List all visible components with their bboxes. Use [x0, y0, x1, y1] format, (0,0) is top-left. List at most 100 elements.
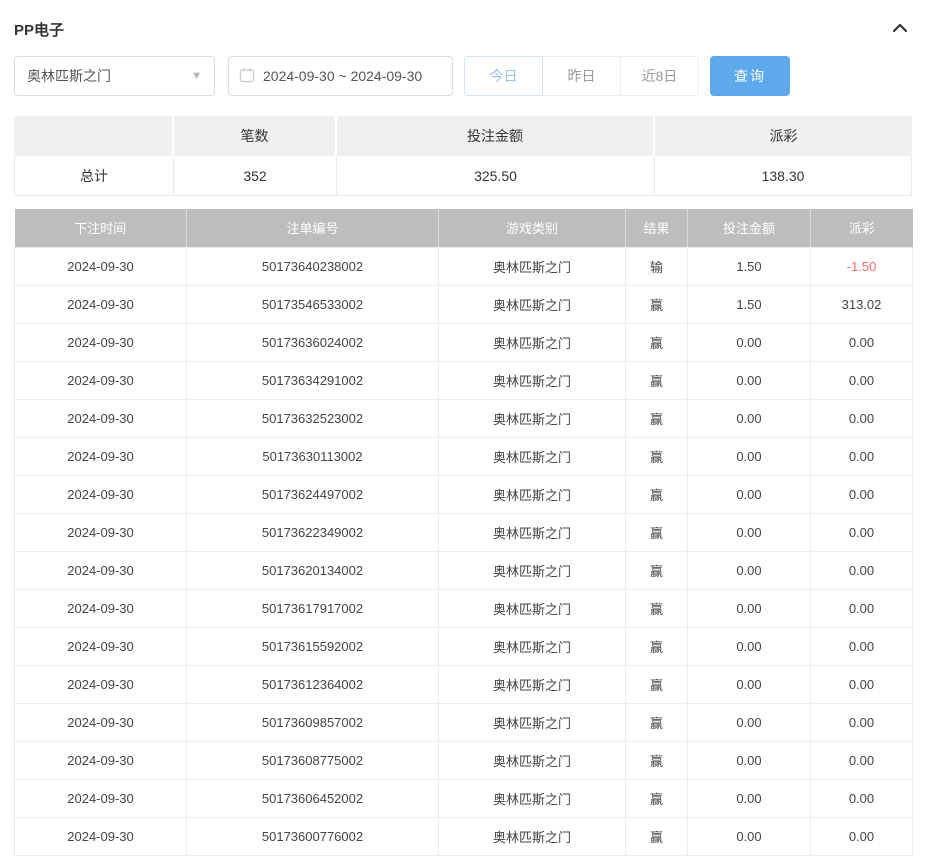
- cell-result: 赢: [626, 703, 688, 741]
- cell-bet-time: 2024-09-30: [15, 817, 187, 855]
- quick-filter-group: 今日 昨日 近8日: [464, 56, 699, 96]
- table-row: 2024-09-30 50173632523002 奥林匹斯之门 赢 0.00 …: [15, 399, 913, 437]
- cell-game-category: 奥林匹斯之门: [439, 361, 626, 399]
- game-select[interactable]: 奥林匹斯之门 ▼: [14, 56, 215, 96]
- table-row: 2024-09-30 50173546533002 奥林匹斯之门 赢 1.50 …: [15, 285, 913, 323]
- cell-bet-amount: 0.00: [688, 589, 811, 627]
- table-row: 2024-09-30 50173620134002 奥林匹斯之门 赢 0.00 …: [15, 551, 913, 589]
- cell-order-no: 50173600776002: [187, 817, 439, 855]
- cell-order-no: 50173612364002: [187, 665, 439, 703]
- quick-filter-today[interactable]: 今日: [464, 56, 543, 96]
- cell-bet-amount: 0.00: [688, 437, 811, 475]
- cell-game-category: 奥林匹斯之门: [439, 627, 626, 665]
- cell-payout: 0.00: [811, 323, 913, 361]
- cell-order-no: 50173634291002: [187, 361, 439, 399]
- summary-total-payout: 138.30: [655, 156, 912, 196]
- cell-order-no: 50173620134002: [187, 551, 439, 589]
- cell-order-no: 50173608775002: [187, 741, 439, 779]
- summary-total-bet-amount: 325.50: [337, 156, 655, 196]
- table-row: 2024-09-30 50173612364002 奥林匹斯之门 赢 0.00 …: [15, 665, 913, 703]
- game-select-value: 奥林匹斯之门: [27, 66, 111, 86]
- cell-bet-time: 2024-09-30: [15, 361, 187, 399]
- cell-result: 赢: [626, 323, 688, 361]
- panel-header: PP电子: [14, 14, 912, 44]
- cell-order-no: 50173546533002: [187, 285, 439, 323]
- collapse-panel-button[interactable]: [888, 16, 912, 42]
- col-header-order-no: 注单编号: [187, 209, 439, 247]
- cell-bet-time: 2024-09-30: [15, 551, 187, 589]
- table-row: 2024-09-30 50173600776002 奥林匹斯之门 赢 0.00 …: [15, 817, 913, 855]
- cell-bet-time: 2024-09-30: [15, 665, 187, 703]
- cell-bet-time: 2024-09-30: [15, 589, 187, 627]
- table-row: 2024-09-30 50173609857002 奥林匹斯之门 赢 0.00 …: [15, 703, 913, 741]
- cell-payout: 0.00: [811, 703, 913, 741]
- table-row: 2024-09-30 50173608775002 奥林匹斯之门 赢 0.00 …: [15, 741, 913, 779]
- cell-game-category: 奥林匹斯之门: [439, 437, 626, 475]
- cell-order-no: 50173615592002: [187, 627, 439, 665]
- cell-result: 赢: [626, 817, 688, 855]
- cell-bet-amount: 1.50: [688, 247, 811, 285]
- cell-payout: 0.00: [811, 779, 913, 817]
- cell-game-category: 奥林匹斯之门: [439, 703, 626, 741]
- quick-filter-last-8-days[interactable]: 近8日: [620, 56, 699, 96]
- cell-order-no: 50173622349002: [187, 513, 439, 551]
- table-row: 2024-09-30 50173615592002 奥林匹斯之门 赢 0.00 …: [15, 627, 913, 665]
- cell-bet-time: 2024-09-30: [15, 513, 187, 551]
- summary-header-count: 笔数: [174, 116, 337, 156]
- cell-result: 赢: [626, 361, 688, 399]
- cell-game-category: 奥林匹斯之门: [439, 513, 626, 551]
- cell-result: 赢: [626, 285, 688, 323]
- cell-result: 赢: [626, 779, 688, 817]
- cell-payout: 0.00: [811, 399, 913, 437]
- cell-bet-time: 2024-09-30: [15, 627, 187, 665]
- cell-payout: 0.00: [811, 437, 913, 475]
- chevron-down-icon: ▼: [191, 70, 202, 82]
- summary-total-count: 352: [174, 156, 337, 196]
- bet-table-body: 2024-09-30 50173640238002 奥林匹斯之门 输 1.50 …: [15, 247, 913, 855]
- cell-bet-time: 2024-09-30: [15, 779, 187, 817]
- cell-bet-time: 2024-09-30: [15, 703, 187, 741]
- cell-payout: 313.02: [811, 285, 913, 323]
- cell-bet-amount: 0.00: [688, 627, 811, 665]
- filter-bar: 奥林匹斯之门 ▼ 2024-09-30 ~ 2024-09-30 今日 昨日 近…: [14, 56, 912, 96]
- summary-header-bet-amount: 投注金额: [337, 116, 655, 156]
- col-header-game-category: 游戏类别: [439, 209, 626, 247]
- cell-payout: 0.00: [811, 475, 913, 513]
- cell-payout: -1.50: [811, 247, 913, 285]
- date-range-picker[interactable]: 2024-09-30 ~ 2024-09-30: [228, 56, 453, 96]
- cell-payout: 0.00: [811, 589, 913, 627]
- cell-bet-amount: 0.00: [688, 323, 811, 361]
- cell-result: 赢: [626, 551, 688, 589]
- col-header-result: 结果: [626, 209, 688, 247]
- cell-bet-amount: 0.00: [688, 513, 811, 551]
- search-button[interactable]: 查询: [710, 56, 790, 96]
- cell-bet-time: 2024-09-30: [15, 323, 187, 361]
- cell-result: 赢: [626, 589, 688, 627]
- col-header-payout: 派彩: [811, 209, 913, 247]
- cell-bet-time: 2024-09-30: [15, 475, 187, 513]
- cell-payout: 0.00: [811, 627, 913, 665]
- quick-filter-yesterday[interactable]: 昨日: [542, 56, 621, 96]
- cell-bet-time: 2024-09-30: [15, 437, 187, 475]
- cell-result: 赢: [626, 437, 688, 475]
- cell-bet-amount: 0.00: [688, 703, 811, 741]
- summary-total-label: 总计: [14, 156, 174, 196]
- cell-order-no: 50173630113002: [187, 437, 439, 475]
- cell-bet-time: 2024-09-30: [15, 399, 187, 437]
- cell-bet-amount: 0.00: [688, 399, 811, 437]
- cell-game-category: 奥林匹斯之门: [439, 285, 626, 323]
- cell-game-category: 奥林匹斯之门: [439, 475, 626, 513]
- date-range-value: 2024-09-30 ~ 2024-09-30: [263, 68, 422, 84]
- cell-bet-time: 2024-09-30: [15, 741, 187, 779]
- table-row: 2024-09-30 50173636024002 奥林匹斯之门 赢 0.00 …: [15, 323, 913, 361]
- cell-game-category: 奥林匹斯之门: [439, 741, 626, 779]
- cell-result: 输: [626, 247, 688, 285]
- table-row: 2024-09-30 50173624497002 奥林匹斯之门 赢 0.00 …: [15, 475, 913, 513]
- cell-bet-amount: 0.00: [688, 741, 811, 779]
- cell-order-no: 50173617917002: [187, 589, 439, 627]
- cell-order-no: 50173640238002: [187, 247, 439, 285]
- cell-payout: 0.00: [811, 361, 913, 399]
- cell-result: 赢: [626, 665, 688, 703]
- cell-game-category: 奥林匹斯之门: [439, 247, 626, 285]
- cell-result: 赢: [626, 475, 688, 513]
